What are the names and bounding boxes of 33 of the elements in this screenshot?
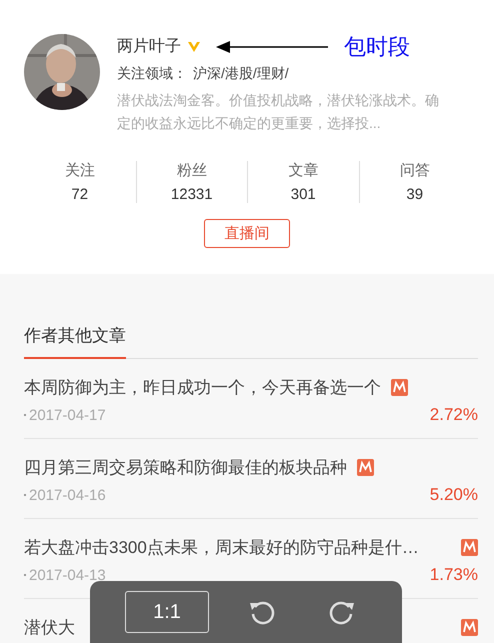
article-date: 2017-04-13 (29, 566, 106, 584)
article-title[interactable]: 潜伏大 (24, 616, 75, 639)
rotate-left-icon[interactable] (249, 599, 275, 625)
article-title[interactable]: 若大盘冲击3300点未果，周末最好的防守品种是什… (24, 536, 419, 559)
verified-icon (187, 40, 201, 52)
annotation-text: 包时段 (344, 34, 410, 62)
stat-label: 文章 (288, 161, 318, 180)
badge-icon (461, 619, 478, 636)
section-tab[interactable]: 作者其他文章 (24, 324, 126, 359)
article-gain: 5.20% (430, 485, 478, 505)
zoom-button[interactable]: 1:1 (125, 591, 209, 633)
rotate-right-icon[interactable] (329, 599, 355, 625)
stat-label: 关注 (64, 161, 95, 180)
stat-value: 12331 (170, 186, 213, 203)
stat-label: 粉丝 (176, 161, 207, 180)
badge-icon (461, 539, 478, 556)
article-title[interactable]: 四月第三周交易策略和防御最佳的板块品种 (24, 456, 347, 479)
field-value: 沪深/港股/理财/ (193, 65, 289, 83)
article-date: 2017-04-16 (29, 486, 106, 504)
stat-value: 72 (71, 186, 88, 203)
article-gain: 1.73% (430, 565, 478, 585)
article-gain: 2.72% (430, 405, 478, 425)
article-date: 2017-04-17 (29, 406, 106, 424)
stat-label: 问答 (400, 161, 430, 180)
stat-value: 301 (290, 186, 316, 203)
stat-value: 39 (406, 186, 424, 203)
user-bio: 潜伏战法淘金客。价值投机战略，潜伏轮涨战术。确定的收益永远比不确定的更重要，选择投... (117, 91, 440, 133)
badge-icon (391, 379, 408, 396)
article-title[interactable]: 本周防御为主，昨日成功一个，今天再备选一个 (24, 376, 381, 399)
field-label: 关注领域： (117, 65, 187, 83)
live-room-button[interactable]: 直播间 (204, 219, 290, 248)
badge-icon (357, 459, 374, 476)
user-name: 两片叶子 (117, 36, 181, 57)
